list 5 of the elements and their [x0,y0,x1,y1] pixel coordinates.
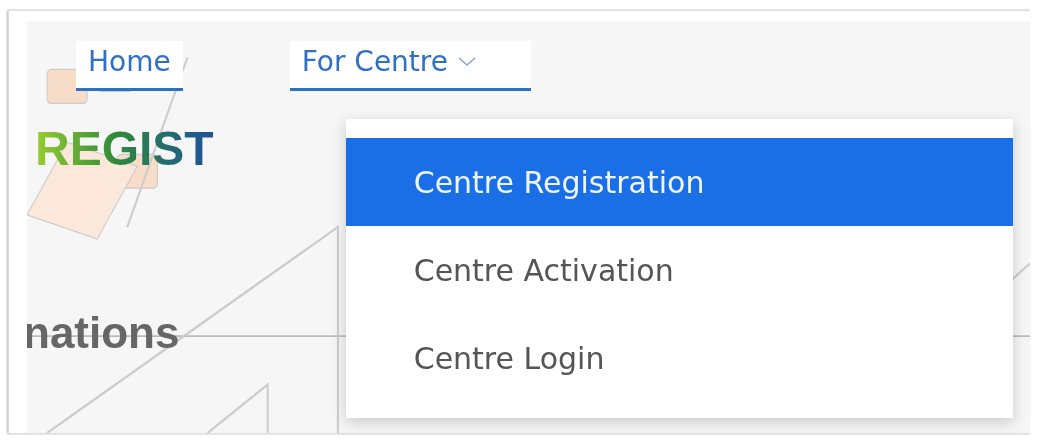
menu-item[interactable]: Centre Activation [345,226,1013,314]
menu-item[interactable]: Centre Registration [345,138,1013,226]
menu-link[interactable]: For Centre [289,41,531,91]
menu-item[interactable]: Centre Login [345,314,1013,402]
nav-link[interactable]: Home [76,41,183,91]
